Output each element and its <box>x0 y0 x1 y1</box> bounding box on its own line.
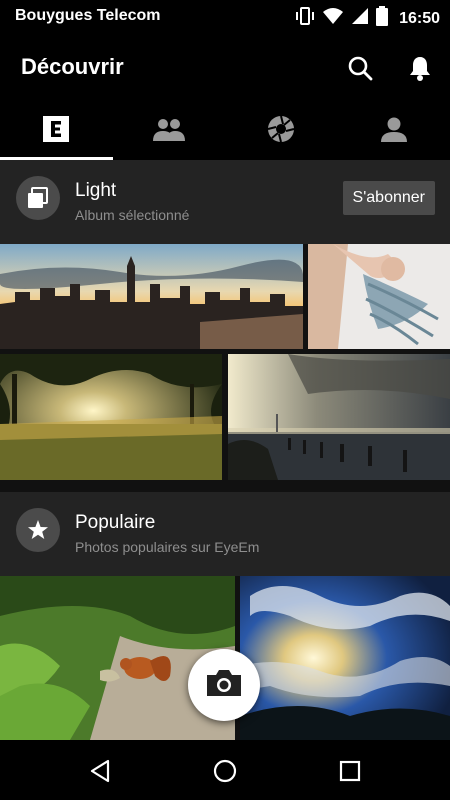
carrier-name: Bouygues Telecom <box>15 7 161 24</box>
eyeem-logo-icon <box>43 115 70 147</box>
tab-aperture[interactable] <box>225 102 338 160</box>
camera-icon <box>205 668 243 703</box>
system-icons: 16:50 <box>295 6 440 31</box>
person-icon <box>380 116 407 147</box>
section-subtitle: Album sélectionné <box>75 207 190 223</box>
section-header-populaire[interactable]: Populaire Photos populaires sur EyeEm <box>0 492 450 576</box>
tab-bar <box>0 102 450 160</box>
battery-icon <box>376 6 389 31</box>
tab-eyeem[interactable] <box>0 102 113 160</box>
vibrate-icon <box>295 7 315 30</box>
cell-signal-icon <box>351 7 369 30</box>
wifi-icon <box>322 7 344 30</box>
clock: 16:50 <box>399 9 440 27</box>
camera-button[interactable] <box>188 649 260 721</box>
photo-sunset-trees[interactable] <box>0 354 222 480</box>
status-bar: Bouygues Telecom 16:50 <box>0 0 450 34</box>
photo-dramatic-sky[interactable] <box>240 576 450 740</box>
photo-woman-hair[interactable] <box>308 244 450 349</box>
bell-icon[interactable] <box>405 53 435 83</box>
people-icon <box>151 117 187 146</box>
star-icon <box>16 508 60 552</box>
section-title: Populaire <box>75 512 156 533</box>
tab-people[interactable] <box>113 102 226 160</box>
section-subtitle: Photos populaires sur EyeEm <box>75 539 260 555</box>
tab-profile[interactable] <box>338 102 450 160</box>
system-nav-bar <box>0 740 450 800</box>
recents-icon[interactable] <box>335 756 365 786</box>
photo-city-skyline[interactable] <box>0 244 303 349</box>
photo-pier-sunset[interactable] <box>228 354 450 480</box>
aperture-icon <box>267 115 295 148</box>
back-icon[interactable] <box>85 756 115 786</box>
section-title: Light <box>75 180 117 201</box>
home-icon[interactable] <box>210 756 240 786</box>
search-icon[interactable] <box>345 53 375 83</box>
app-bar: Découvrir <box>0 34 450 102</box>
page-title: Découvrir <box>21 54 124 79</box>
album-stack-icon <box>16 176 60 220</box>
section-header-light[interactable]: Light Album sélectionné S'abonner <box>0 160 450 244</box>
subscribe-button[interactable]: S'abonner <box>342 181 435 215</box>
